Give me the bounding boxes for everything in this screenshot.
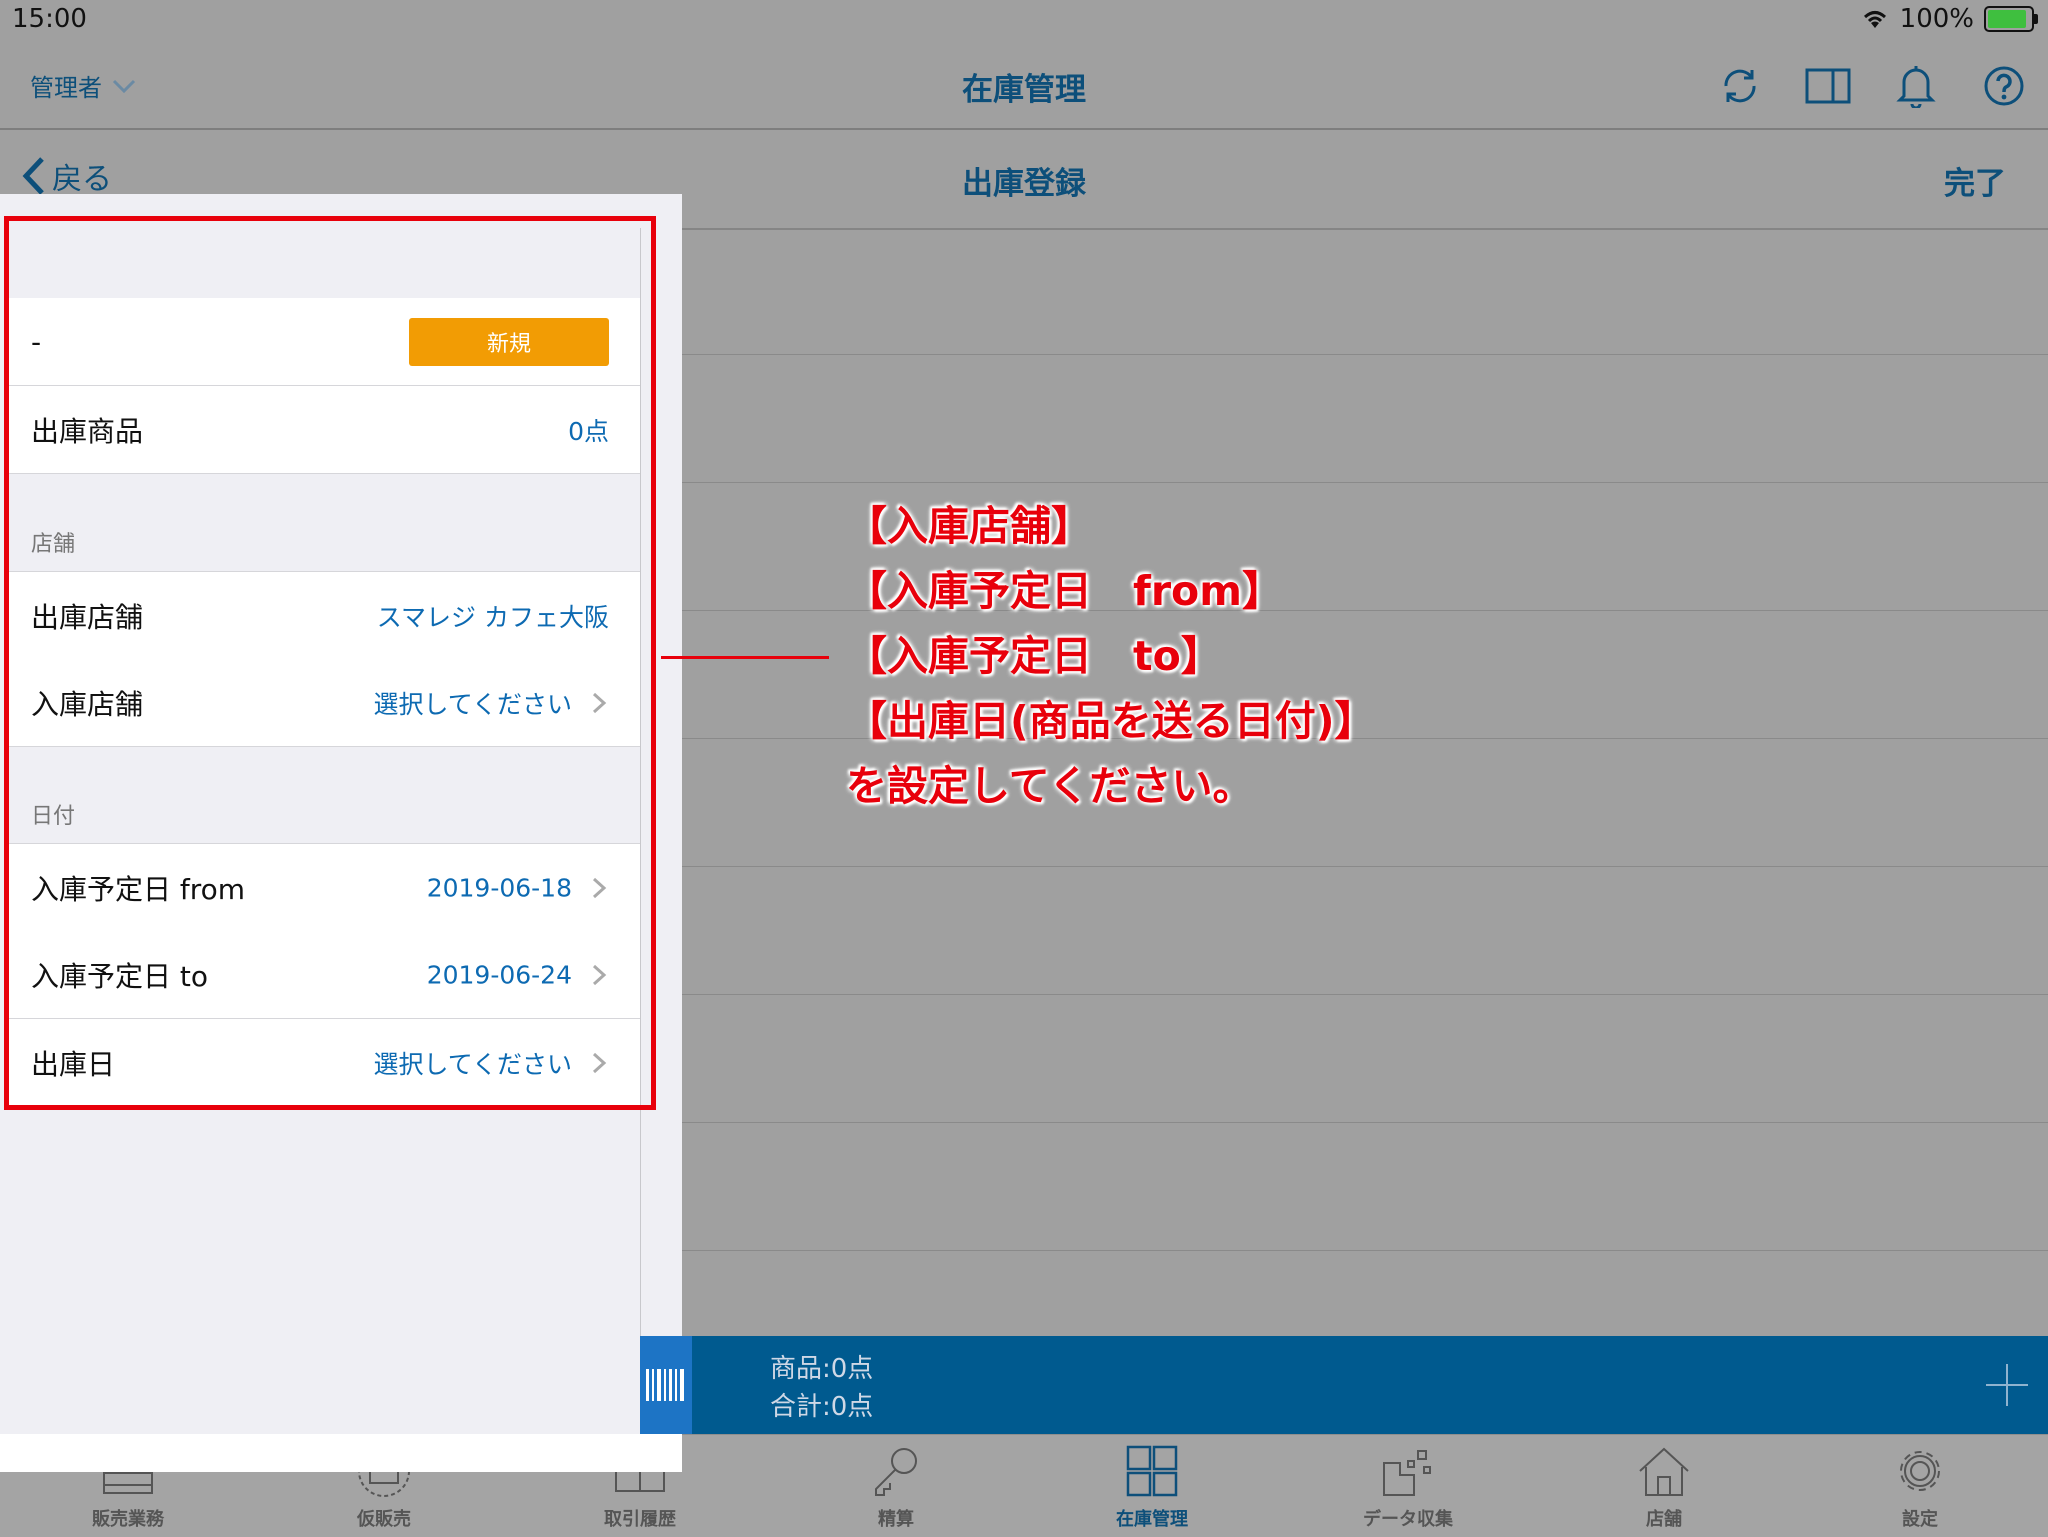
nav-actions	[1714, 60, 2030, 112]
list-divider	[670, 994, 2048, 995]
tab-data[interactable]: データ収集	[1280, 1435, 1536, 1537]
bell-icon	[1896, 66, 1936, 108]
list-divider	[670, 866, 2048, 867]
help-button[interactable]	[1978, 60, 2030, 112]
barcode-button[interactable]	[640, 1336, 692, 1434]
status-right: 100%	[1860, 4, 2038, 34]
tab-label: 店舗	[1646, 1509, 1682, 1530]
tab-label: 在庫管理	[1116, 1509, 1188, 1530]
highlight-box	[4, 216, 656, 1110]
tab-store[interactable]: 店舗	[1536, 1435, 1792, 1537]
tab-settlement[interactable]: 精算	[768, 1435, 1024, 1537]
help-icon	[1984, 66, 2024, 106]
tab-label: 設定	[1902, 1509, 1938, 1530]
battery-fill	[1988, 10, 2026, 28]
gear-icon	[1900, 1451, 1940, 1491]
list-divider	[670, 1250, 2048, 1251]
annotation-line: 【入庫店舗】	[846, 502, 1092, 550]
annotation-text: 【入庫店舗】 【入庫予定日 from】 【入庫予定日 to】 【出庫日(商品を送…	[846, 494, 1375, 819]
split-view-button[interactable]	[1802, 60, 1854, 112]
annotation-line: を設定してください。	[846, 762, 1254, 810]
tab-settings[interactable]: 設定	[1792, 1435, 2048, 1537]
annotation-line: 【入庫予定日 from】	[846, 567, 1283, 615]
status-bar: 15:00 100%	[0, 0, 2048, 40]
total-count: 合計:0点	[770, 1392, 874, 1422]
tab-label: 販売業務	[92, 1509, 164, 1530]
inventory-icon	[1126, 1445, 1178, 1497]
notification-button[interactable]	[1890, 60, 1942, 112]
add-button[interactable]	[1984, 1362, 2030, 1408]
product-count: 商品:0点	[770, 1354, 874, 1384]
battery-percent: 100%	[1899, 4, 1974, 34]
list-divider	[670, 1122, 2048, 1123]
wifi-icon	[1863, 11, 1886, 28]
nav-bar: 管理者 在庫管理	[0, 40, 2048, 130]
panel-overlap	[0, 1434, 682, 1472]
callout-line	[661, 656, 829, 659]
barcode-icon	[646, 1369, 684, 1401]
sync-button[interactable]	[1714, 60, 1766, 112]
sync-icon	[1724, 69, 1756, 103]
tab-label: データ収集	[1363, 1509, 1453, 1530]
annotation-line: 【入庫予定日 to】	[846, 632, 1222, 680]
list-divider	[670, 354, 2048, 355]
split-view-icon	[1805, 68, 1851, 104]
battery-icon	[1984, 6, 2038, 32]
done-button[interactable]: 完了	[1944, 158, 2006, 203]
tab-label: 精算	[878, 1509, 914, 1530]
summary-bar: 商品:0点 合計:0点	[640, 1336, 2048, 1434]
annotation-line: 【出庫日(商品を送る日付)】	[846, 697, 1376, 745]
totals: 商品:0点 合計:0点	[770, 1350, 873, 1426]
tab-label: 仮販売	[357, 1509, 411, 1530]
tab-label: 取引履歴	[604, 1509, 676, 1530]
home-icon	[1639, 1447, 1689, 1496]
data-icon	[1383, 1450, 1431, 1496]
status-time: 15:00	[12, 4, 87, 34]
list-divider	[670, 482, 2048, 483]
tab-inventory[interactable]: 在庫管理	[1024, 1435, 1280, 1537]
key-icon	[875, 1448, 917, 1496]
